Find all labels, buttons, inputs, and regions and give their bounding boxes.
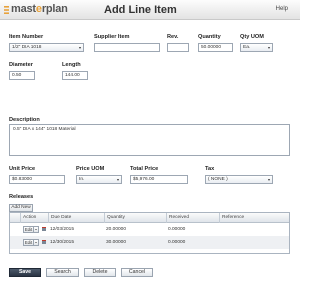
- calendar-icon[interactable]: [42, 227, 46, 231]
- add-new-button[interactable]: Add New: [9, 204, 33, 212]
- column-header-received[interactable]: Received: [166, 213, 219, 223]
- price-uom-label: Price UOM: [76, 166, 105, 172]
- tax-label: Tax: [205, 166, 215, 172]
- help-link[interactable]: Help: [276, 6, 288, 12]
- total-price-label: Total Price: [130, 166, 159, 172]
- edit-button[interactable]: Edit: [23, 226, 34, 233]
- releases-label: Releases: [9, 194, 34, 200]
- description-label: Description: [9, 117, 40, 123]
- table-row: Edit 12/03/2015 20.00000 0.00000: [10, 223, 289, 236]
- revision-label: Rev.: [167, 34, 179, 40]
- delete-button[interactable]: Delete: [84, 268, 116, 277]
- revision-input[interactable]: [167, 43, 189, 52]
- column-header-action[interactable]: Action: [20, 213, 48, 223]
- unit-price-input[interactable]: $0.83000: [9, 175, 65, 184]
- item-number-select[interactable]: 1/2" DIA 1018: [9, 43, 84, 52]
- grid-header: Action Due Date Quantity Received Refere…: [10, 213, 289, 223]
- chevron-down-icon: [117, 179, 119, 181]
- diameter-label: Diameter: [9, 62, 33, 68]
- due-date-cell: 12/03/2015: [50, 227, 75, 232]
- column-header-reference[interactable]: Reference: [219, 213, 289, 223]
- price-uom-value: In.: [79, 177, 85, 182]
- received-cell: 0.00000: [168, 227, 186, 232]
- column-header-quantity[interactable]: Quantity: [104, 213, 166, 223]
- total-price-input[interactable]: $5,976.00: [130, 175, 188, 184]
- brand-logo: masterplan: [11, 3, 68, 15]
- edit-button[interactable]: Edit: [23, 239, 34, 246]
- search-button[interactable]: Search: [46, 268, 79, 277]
- qty-uom-label: Qty UOM: [240, 34, 264, 40]
- chevron-down-icon[interactable]: [34, 226, 39, 233]
- item-number-value: 1/2" DIA 1018: [12, 45, 42, 50]
- chevron-down-icon: [79, 47, 81, 49]
- tax-select[interactable]: ( NONE ): [205, 175, 273, 184]
- chevron-down-icon: [268, 179, 270, 181]
- table-row: Edit 12/30/2015 30.00000 0.00000: [10, 236, 289, 249]
- item-number-label: Item Number: [9, 34, 44, 40]
- quantity-cell: 20.00000: [106, 227, 127, 232]
- reference-cell: [219, 236, 221, 249]
- price-uom-select[interactable]: In.: [76, 175, 122, 184]
- chevron-down-icon: [268, 47, 270, 49]
- length-label: Length: [62, 62, 81, 68]
- column-header-spacer: [10, 213, 20, 223]
- diameter-input[interactable]: 0.50: [9, 71, 35, 80]
- save-button[interactable]: Save: [9, 268, 41, 277]
- supplier-item-label: Supplier Item: [94, 34, 130, 40]
- quantity-cell: 30.00000: [106, 240, 127, 245]
- unit-price-label: Unit Price: [9, 166, 36, 172]
- header-bar: masterplan Add Line Item Help: [0, 0, 300, 20]
- due-date-cell: 12/30/2015: [50, 240, 75, 245]
- length-input[interactable]: 144.00: [62, 71, 88, 80]
- qty-uom-select[interactable]: Ea.: [240, 43, 273, 52]
- supplier-item-input[interactable]: [94, 43, 160, 52]
- qty-uom-value: Ea.: [243, 45, 251, 50]
- quantity-input[interactable]: 50.00000: [198, 43, 233, 52]
- column-header-due-date[interactable]: Due Date: [48, 213, 104, 223]
- reference-cell: [219, 223, 221, 236]
- cancel-button[interactable]: Cancel: [121, 268, 153, 277]
- description-textarea[interactable]: 0.5" DIA x 144" 1018 Material: [9, 124, 290, 156]
- releases-grid: Action Due Date Quantity Received Refere…: [9, 212, 290, 254]
- quantity-label: Quantity: [198, 34, 221, 40]
- calendar-icon[interactable]: [42, 240, 46, 244]
- chevron-down-icon[interactable]: [34, 239, 39, 246]
- received-cell: 0.00000: [168, 240, 186, 245]
- logo-icon: [4, 6, 9, 14]
- page-title: Add Line Item: [104, 4, 177, 16]
- tax-value: ( NONE ): [208, 177, 228, 182]
